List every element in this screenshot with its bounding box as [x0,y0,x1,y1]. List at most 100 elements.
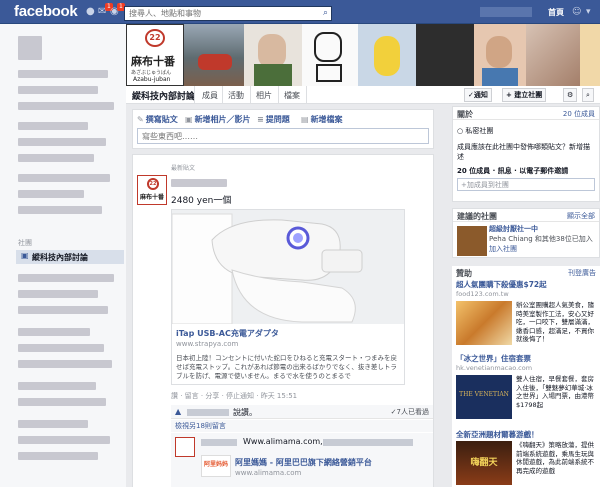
sidebar-item-redacted[interactable] [18,306,108,314]
thumbs-up-icon: ▲ [175,407,182,416]
member-photo-kart[interactable] [184,24,244,86]
sidebar-item-redacted[interactable] [18,190,84,198]
profile-name-redacted[interactable] [480,7,532,17]
member-count-link[interactable]: 20 位成員 [563,109,595,119]
post-text: 2480 yen一個 [171,196,232,206]
sidebar-item-redacted[interactable] [18,290,98,298]
add-member-input[interactable]: +加成員到社團 [457,178,595,191]
suggested-group-item[interactable]: 超級討厭社一中 Peha Chiang 和其他38位已加入 加入社團 [453,222,599,256]
join-group-button[interactable]: 加入社團 [489,244,517,254]
settings-dropdown-icon[interactable]: ▾ [586,7,591,17]
search-input[interactable] [125,7,315,20]
see-all-link[interactable]: 顯示全部 [567,211,595,221]
sidebar-item-redacted[interactable] [18,344,104,352]
suggested-group-title[interactable]: 超級討厭社一中 [489,224,538,234]
friends-icon[interactable]: ☺ [572,7,581,17]
seen-count[interactable]: ✓7人已看過 [391,407,429,417]
usb-adapter-illustration [172,210,404,325]
sidebar-item-redacted[interactable] [18,398,106,406]
top-bar: facebook ● ✉1 ◉1 ⌕ 首頁 ☺ ▾ [0,0,600,24]
search-group-icon[interactable]: ⌕ [582,88,594,102]
link-title[interactable]: iTap USB-AC充電アダプタ [176,328,279,339]
create-ad-link[interactable]: 刊登廣告 [568,268,596,278]
question-icon: ≡ [257,115,264,124]
member-photo-yellow[interactable] [580,24,600,86]
ad-game[interactable]: 全新亞洲題材爾暮游戲！ 嗨翻天 《嗨翻天》策略放蕩，提供前端系統遊戲，乘馬生玩與… [452,429,600,487]
composer-tab-question[interactable]: ≡ 提問題 [257,114,290,125]
station-english: Azabu-juban [133,76,171,83]
tab-events[interactable]: 活動 [228,90,244,101]
comment-link-title[interactable]: 阿里媽媽 - 阿里巴巴旗下網絡營銷平台 [235,457,372,468]
sidebar-item-redacted[interactable] [18,86,98,94]
pencil-icon: ✎ [137,115,144,124]
tab-members[interactable]: 成員 [202,90,218,101]
member-invite-line[interactable]: 20 位成員 · 訊息 · 以電子郵件邀請 [453,166,599,176]
cover-photo-strip: 22 麻布十番 あざぶじゅうばん Azabu-juban [126,24,600,86]
commenter-name-redacted[interactable] [201,439,237,446]
sidebar-item-redacted[interactable] [18,206,102,214]
sidebar-item-redacted[interactable] [18,382,96,390]
member-photo-azabu-sign[interactable]: 22 麻布十番 あざぶじゅうばん Azabu-juban [126,24,184,86]
lock-icon: ○ [457,127,464,135]
member-photo-man-smiling[interactable] [474,24,526,86]
member-photo-man-glasses[interactable] [244,24,302,86]
sidebar-item-redacted[interactable] [18,122,88,130]
sidebar-item-redacted[interactable] [18,436,110,444]
facebook-logo[interactable]: facebook [14,3,78,20]
post-author-avatar[interactable]: 22 麻布十番 [137,175,167,205]
ad-title[interactable]: 超人氣團購下殺優惠$72起 [452,279,600,290]
post-actions[interactable]: 讚 · 留言 · 分享 · 停止通知 · 昨天 15:51 [171,391,297,401]
sidebar-item-active-group[interactable]: ▣ 縱科技內部討論 [16,250,124,264]
messages-icon[interactable]: ✉ 1 [98,3,113,18]
post-author-name-redacted[interactable] [171,179,227,187]
member-photo-portrait[interactable] [526,24,580,86]
notifications-icon[interactable]: ◉ 1 [110,3,125,18]
ad-venetian-image: THE VENETIAN [456,375,512,419]
composer-tab-status[interactable]: ✎ 撰寫貼文 [137,114,178,125]
sidebar-item-redacted[interactable] [18,174,110,182]
view-more-comments[interactable]: 檢視另18則留言 [171,420,433,432]
link-preview-card[interactable]: iTap USB-AC充電アダプタ www.strapya.com 日本初上陸！… [171,209,405,385]
sidebar-item-redacted[interactable] [18,102,114,110]
sidebar-item-redacted[interactable] [18,274,114,282]
ad-food-image [456,301,512,345]
composer-tab-file[interactable]: ▤ 新增檔案 [301,114,343,125]
nav-divider [194,86,195,104]
sidebar-item-redacted[interactable] [18,154,94,162]
group-name[interactable]: 縱科技內部討論 [132,89,195,102]
tab-files[interactable]: 檔案 [284,90,300,101]
sidebar-item-redacted[interactable] [18,452,98,460]
notify-button[interactable]: ✓通知 [464,88,492,102]
member-photo-toy-bear[interactable] [358,24,416,86]
sidebar-item-redacted[interactable] [18,328,90,336]
ad-title[interactable]: 全新亞洲題材爾暮游戲！ [452,429,600,440]
comment-link-url: www.alimama.com [235,469,302,477]
ad-venetian[interactable]: 「冰之世界」住宿套票 hk.venetianmacao.com THE VENE… [452,353,600,429]
ad-title[interactable]: 「冰之世界」住宿套票 [452,353,600,364]
search-icon[interactable]: ⌕ [323,8,328,18]
sidebar-item-redacted[interactable] [18,138,106,146]
about-header: 關於 20 位成員 [453,107,599,120]
ad-url: food123.com.tw [456,290,509,298]
venetian-logo: THE VENETIAN [459,391,509,398]
home-link[interactable]: 首頁 [548,7,564,18]
avatar-text: 麻布十番 [140,194,165,201]
friend-requests-icon[interactable]: ● [86,6,98,18]
ad-game-image: 嗨翻天 [456,441,512,485]
camera-icon: ▣ [185,115,193,124]
sidebar-item-redacted[interactable] [18,360,112,368]
composer-input[interactable] [137,128,429,144]
sidebar-item-redacted[interactable] [18,420,88,428]
member-photo-dark[interactable] [416,24,474,86]
settings-gear-icon[interactable]: ⚙ [563,88,578,102]
comment-avatar[interactable] [175,437,195,457]
member-photo-caricature[interactable] [302,24,358,86]
tab-photos[interactable]: 相片 [256,90,272,101]
ad-food[interactable]: 超人氣團購下殺優惠$72起 food123.com.tw 辦公室團購超人氣美食，… [452,279,600,353]
group-description-prompt[interactable]: 成員應該在此社團中發佈哪類貼文？新增描述 [453,142,599,162]
composer-tab-photo[interactable]: ▣ 新增相片／影片 [185,114,251,125]
create-group-button[interactable]: + 建立社團 [502,88,547,102]
liker-name-redacted[interactable] [187,409,229,416]
sidebar-item-redacted[interactable] [18,70,108,78]
profile-photo-redacted[interactable] [18,36,42,60]
